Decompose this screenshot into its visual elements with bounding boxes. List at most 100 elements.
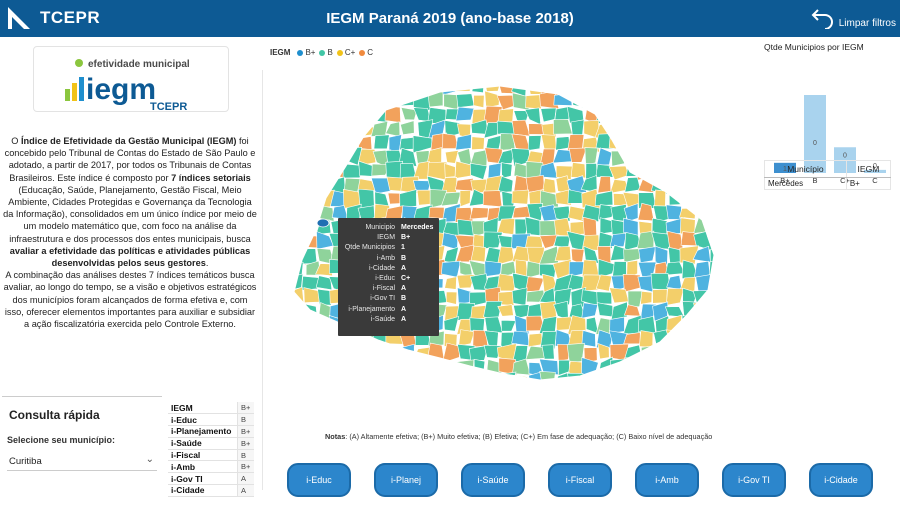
municipality-column-header[interactable]: Município [764, 160, 847, 178]
map-region[interactable] [316, 374, 335, 391]
nav-button-i-fiscal[interactable]: i-Fiscal [548, 463, 612, 497]
map-region[interactable] [358, 346, 376, 363]
map-region[interactable] [694, 328, 710, 347]
map-region[interactable] [511, 189, 530, 205]
map-region[interactable] [666, 385, 683, 400]
map-region[interactable] [332, 132, 347, 152]
map-region[interactable] [427, 357, 448, 376]
map-region[interactable] [305, 329, 319, 349]
map-region[interactable] [528, 386, 544, 400]
nav-button-i-gov-ti[interactable]: i-Gov TI [722, 463, 786, 497]
map-region[interactable] [664, 163, 686, 182]
map-region[interactable] [639, 330, 654, 348]
map-region[interactable] [707, 203, 720, 219]
map-region[interactable] [315, 360, 335, 376]
map-region[interactable] [711, 274, 720, 288]
map-region[interactable] [473, 94, 485, 109]
map-region[interactable] [374, 91, 391, 111]
map-region[interactable] [709, 345, 720, 361]
map-region[interactable] [433, 387, 444, 400]
map-region[interactable] [400, 120, 415, 135]
map-region[interactable] [412, 80, 430, 96]
map-region[interactable] [455, 106, 475, 122]
map-region[interactable] [290, 161, 303, 182]
map-region[interactable] [301, 204, 321, 221]
map-region[interactable] [497, 304, 514, 317]
map-region[interactable] [373, 80, 390, 96]
map-region[interactable] [707, 161, 720, 178]
map-region[interactable] [486, 371, 499, 389]
map-region[interactable] [638, 246, 657, 264]
map-region[interactable] [627, 387, 638, 400]
map-region[interactable] [343, 374, 361, 391]
map-region[interactable] [609, 375, 627, 390]
map-region[interactable] [598, 94, 614, 111]
map-region[interactable] [709, 118, 720, 140]
map-region[interactable] [597, 373, 614, 389]
map-region[interactable] [417, 357, 429, 375]
map-region[interactable] [552, 149, 573, 164]
map-region[interactable] [693, 189, 711, 208]
map-region[interactable] [470, 370, 486, 389]
map-region[interactable] [360, 80, 374, 96]
map-region[interactable] [697, 370, 711, 388]
map-region[interactable] [640, 133, 656, 153]
map-region[interactable] [680, 344, 699, 361]
map-region[interactable] [641, 90, 657, 112]
map-region[interactable] [291, 107, 303, 124]
map-region[interactable] [458, 329, 475, 347]
map-region[interactable] [471, 136, 485, 151]
map-region[interactable] [638, 80, 655, 95]
map-region[interactable] [693, 91, 712, 109]
map-region[interactable] [455, 133, 472, 151]
map-region[interactable] [301, 174, 322, 193]
map-region[interactable] [385, 370, 404, 389]
map-region[interactable] [680, 176, 699, 196]
map-region[interactable] [484, 260, 502, 277]
map-region[interactable] [344, 360, 359, 373]
map-region[interactable] [303, 191, 321, 206]
map-region[interactable] [678, 372, 695, 389]
map-region[interactable] [347, 389, 361, 400]
map-region[interactable] [539, 371, 556, 390]
map-region[interactable] [316, 343, 335, 364]
map-region[interactable] [469, 162, 488, 180]
map-region[interactable] [319, 163, 335, 181]
map-region[interactable] [679, 329, 699, 348]
map-region[interactable] [707, 315, 720, 334]
map-region[interactable] [665, 177, 685, 196]
map-region[interactable] [636, 146, 657, 165]
map-region[interactable] [442, 386, 461, 400]
map-region[interactable] [403, 386, 416, 400]
map-region[interactable] [693, 80, 714, 97]
map-region[interactable] [427, 370, 447, 388]
map-region[interactable] [637, 374, 658, 391]
map-region[interactable] [582, 216, 597, 237]
map-region[interactable] [502, 386, 517, 400]
map-region[interactable] [710, 188, 720, 208]
map-region[interactable] [653, 373, 670, 388]
map-region[interactable] [342, 346, 359, 360]
map-region[interactable] [469, 317, 485, 332]
map-region[interactable] [456, 93, 475, 108]
map-region[interactable] [581, 302, 599, 319]
map-region[interactable] [637, 275, 654, 293]
map-region[interactable] [711, 289, 720, 306]
map-region[interactable] [709, 387, 720, 400]
map-region[interactable] [386, 80, 405, 96]
map-region[interactable] [554, 386, 572, 400]
map-region[interactable] [696, 388, 711, 400]
map-region[interactable] [291, 346, 307, 363]
map-region[interactable] [707, 301, 720, 319]
map-region[interactable] [469, 207, 489, 220]
map-region[interactable] [680, 148, 697, 167]
map-region[interactable] [584, 147, 599, 166]
map-region[interactable] [638, 104, 655, 124]
map-region[interactable] [301, 150, 321, 166]
map-region[interactable] [553, 235, 571, 248]
map-region[interactable] [361, 390, 376, 400]
map-region[interactable] [541, 344, 555, 360]
map-region[interactable] [356, 90, 376, 108]
map-region[interactable] [608, 105, 629, 126]
map-region[interactable] [679, 104, 696, 125]
